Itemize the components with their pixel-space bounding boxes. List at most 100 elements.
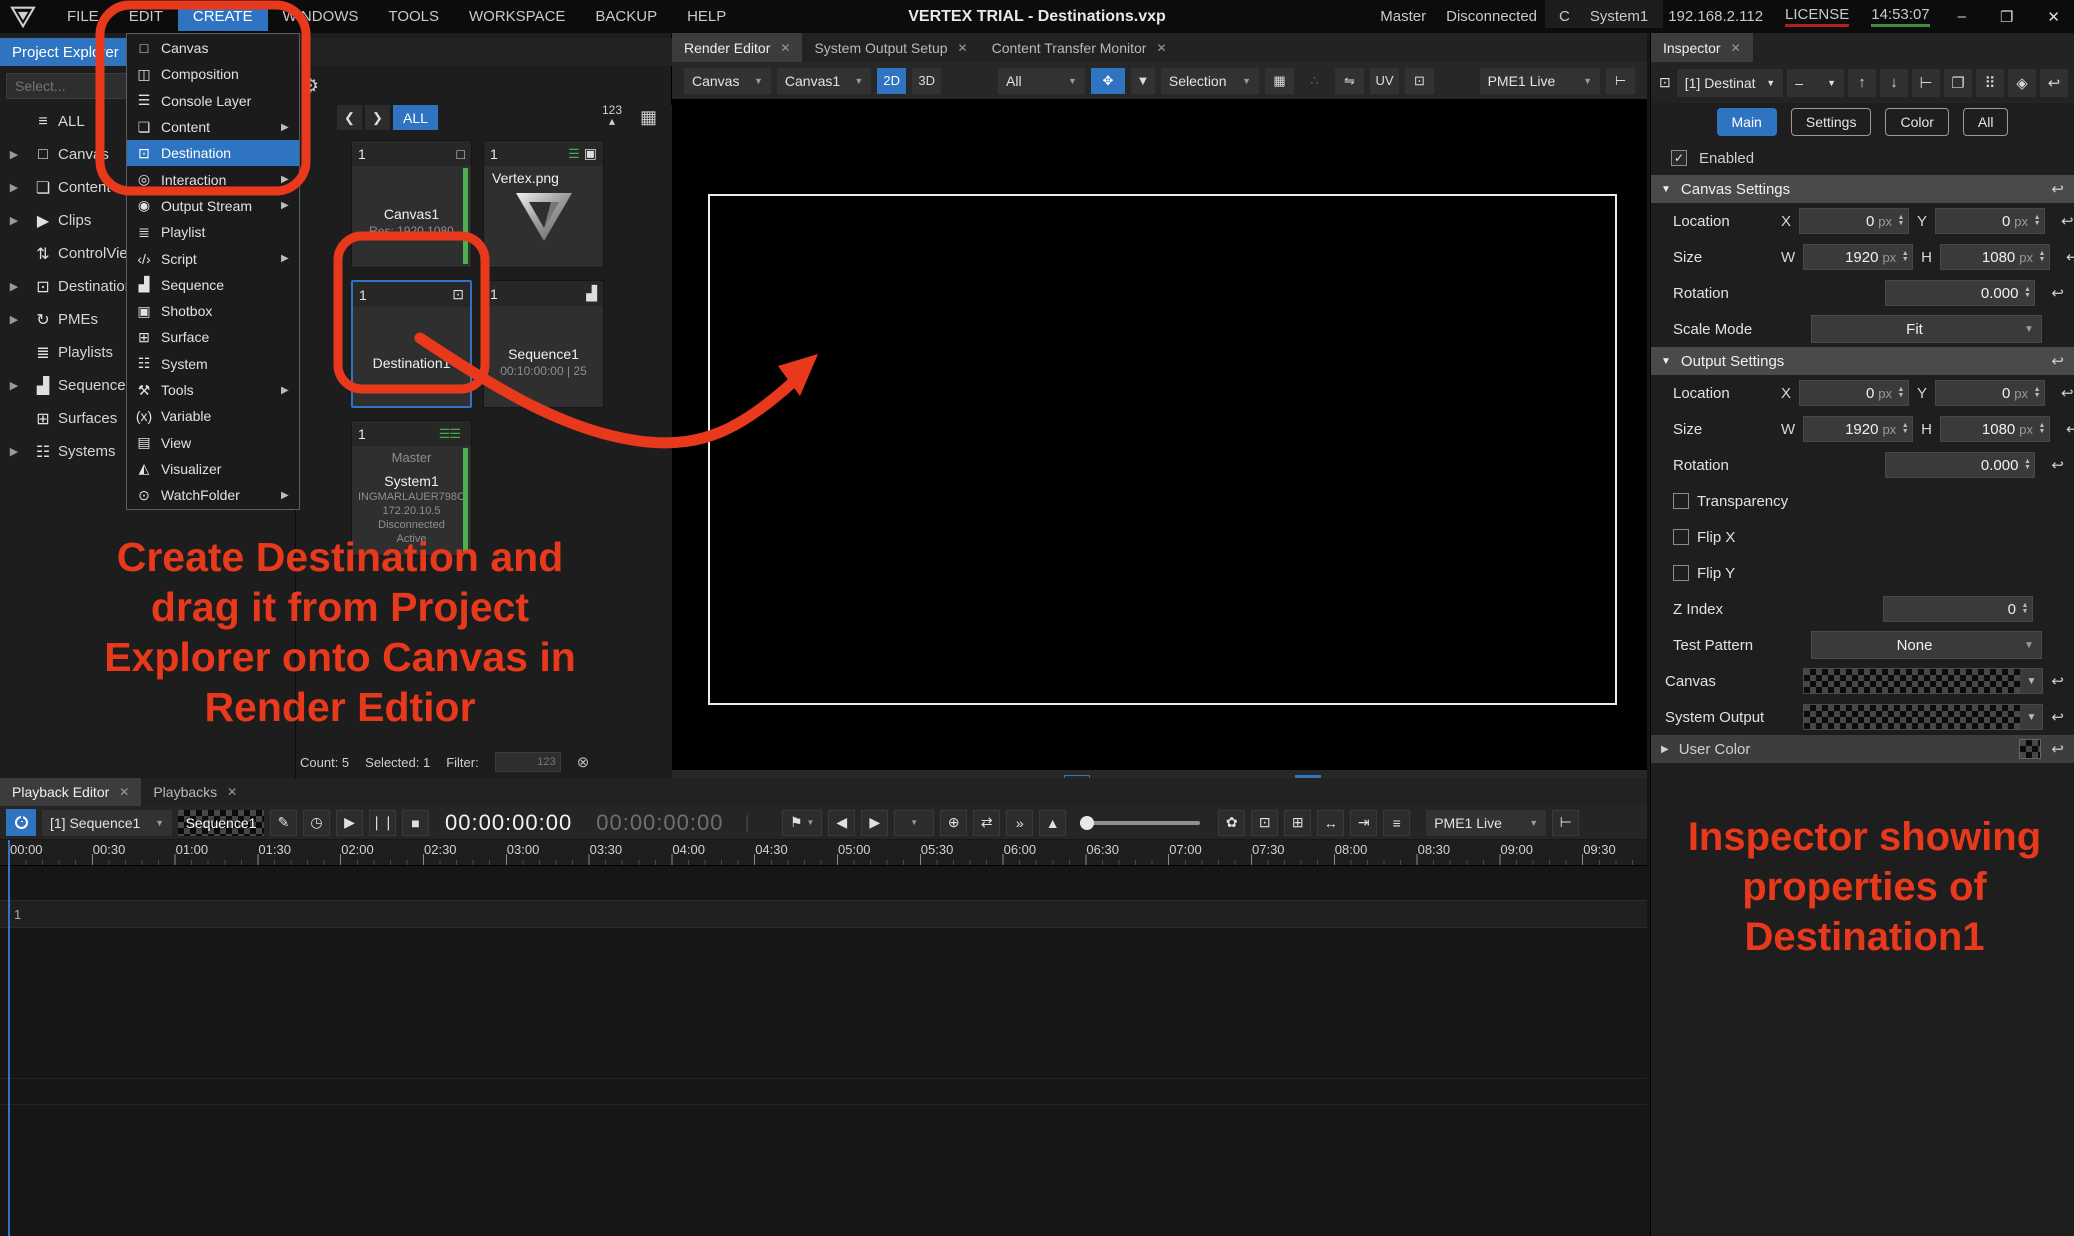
stepper-icon[interactable]: ▲▼ (1900, 423, 1910, 435)
reset-icon[interactable]: ↩ (2040, 69, 2068, 97)
keyframe-icon[interactable]: ▲ (1039, 810, 1066, 836)
card-canvas1[interactable]: 1 □ Canvas1 Res: 1920,1080 (351, 140, 472, 268)
filter-input[interactable] (495, 752, 561, 772)
reset-icon[interactable]: ↩ (2051, 284, 2064, 302)
layer-filter-select[interactable]: All▼ (998, 68, 1085, 94)
checkbox-unchecked[interactable] (1673, 493, 1689, 509)
eye-icon[interactable]: ◈ (2008, 69, 2036, 97)
mode-2d-button[interactable]: 2D (877, 68, 906, 94)
expand-arrow-icon[interactable]: ▶ (0, 148, 28, 161)
h-expand-icon[interactable]: ↔ (1317, 810, 1344, 836)
reset-icon[interactable]: ↩ (2051, 708, 2064, 726)
pause-icon[interactable]: ❘❘ (369, 810, 396, 836)
menu-tools[interactable]: TOOLS (373, 2, 454, 31)
create-menu-item-output-stream[interactable]: ◉ Output Stream ▶ (127, 193, 299, 219)
close-tab-icon[interactable]: ✕ (1156, 41, 1166, 55)
timeline-ruler[interactable]: 00:0000:3001:0001:3002:0002:3003:0003:30… (0, 840, 1647, 866)
nav-back-icon[interactable]: ❮ (337, 105, 362, 130)
move-up-icon[interactable]: ↑ (1848, 69, 1876, 97)
menu-backup[interactable]: BACKUP (580, 2, 672, 31)
reset-icon[interactable]: ↩ (2066, 248, 2074, 266)
create-menu-item-playlist[interactable]: ≣ Playlist (127, 219, 299, 245)
move-down-icon[interactable]: ↓ (1880, 69, 1908, 97)
tab-playbacks[interactable]: Playbacks✕ (141, 778, 249, 806)
tab-playback-editor[interactable]: Playback Editor✕ (0, 778, 141, 806)
reset-icon[interactable]: ↩ (2051, 740, 2064, 758)
create-menu-item-destination[interactable]: ⊡ Destination (127, 140, 299, 166)
number-field[interactable]: 0px▲▼ (1799, 208, 1909, 234)
create-menu-item-tools[interactable]: ⚒ Tools ▶ (127, 377, 299, 403)
prev-marker-icon[interactable]: ◀ (828, 810, 855, 836)
menu-help[interactable]: HELP (672, 2, 741, 31)
number-field[interactable]: 1080px▲▼ (1940, 416, 2050, 442)
number-field[interactable]: 1920px▲▼ (1803, 244, 1913, 270)
canvas-type-select[interactable]: Canvas▼ (684, 68, 771, 94)
enabled-checkbox[interactable]: ✓ (1671, 150, 1687, 166)
create-menu-item-content[interactable]: ❏ Content ▶ (127, 114, 299, 140)
reset-icon[interactable]: ↩ (2051, 352, 2064, 370)
section-output-settings[interactable]: ▼Output Settings ↩ (1651, 347, 2074, 375)
pin-panel-icon[interactable]: ⊢ (1552, 810, 1579, 836)
expand-arrow-icon[interactable]: ▶ (0, 181, 28, 194)
resource-dropdown[interactable]: ▼ (1803, 668, 2043, 694)
edit-sequence-icon[interactable]: ✎ (270, 810, 297, 836)
number-field[interactable]: 0px▲▼ (1935, 208, 2045, 234)
checkbox-unchecked[interactable] (1673, 529, 1689, 545)
next-marker-icon[interactable]: ▶ (861, 810, 888, 836)
create-menu-item-view[interactable]: ▤ View (127, 429, 299, 455)
stepper-icon[interactable]: ▲▼ (2037, 423, 2047, 435)
expand-arrow-icon[interactable]: ▶ (0, 214, 28, 227)
expand-arrow-icon[interactable]: ▶ (0, 379, 28, 392)
stop-icon[interactable]: ■ (402, 810, 429, 836)
number-field[interactable]: 1920px▲▼ (1803, 416, 1913, 442)
close-tab-icon[interactable]: ✕ (1731, 41, 1741, 55)
snap-dots-icon[interactable]: ∴ (1300, 68, 1329, 94)
link-select[interactable]: –▼ (1787, 69, 1844, 97)
menu-edit[interactable]: EDIT (114, 2, 178, 31)
number-field[interactable]: 0px▲▼ (1799, 380, 1909, 406)
transform-icon[interactable]: ⇋ (1335, 68, 1364, 94)
expand-arrow-icon[interactable]: ▶ (0, 445, 28, 458)
filter-all-button[interactable]: ALL (393, 105, 438, 130)
section-canvas-settings[interactable]: ▼Canvas Settings ↩ (1651, 175, 2074, 203)
number-field[interactable]: 0.000▲▼ (1885, 452, 2035, 478)
skip-marker-icon[interactable]: » (1006, 810, 1033, 836)
inspector-tab-color[interactable]: Color (1885, 108, 1948, 136)
sort-numeric-icon[interactable]: 123▴ (602, 105, 622, 127)
close-tab-icon[interactable]: ✕ (780, 41, 790, 55)
create-menu-item-shotbox[interactable]: ▣ Shotbox (127, 298, 299, 324)
gear-icon[interactable]: ⚙ (302, 75, 319, 98)
shuffle-icon[interactable]: ⇄ (973, 810, 1000, 836)
grid-view-icon[interactable]: ▦ (640, 107, 657, 128)
pin-panel-icon[interactable]: ⊢ (1606, 68, 1635, 94)
dropdown-field[interactable]: None▼ (1811, 631, 2042, 659)
menu-create[interactable]: CREATE (178, 2, 268, 31)
track-row-1[interactable]: 1 (0, 900, 1647, 928)
reset-icon[interactable]: ↩ (2061, 384, 2074, 402)
fit-selection-icon[interactable]: ⊡ (1251, 810, 1278, 836)
resource-dropdown[interactable]: ▼ (1803, 704, 2043, 730)
power-button[interactable] (6, 809, 36, 836)
checkbox-unchecked[interactable] (1673, 565, 1689, 581)
close-button[interactable]: ✕ (2041, 8, 2066, 26)
timeline-tracks[interactable]: 1 (0, 866, 1647, 1236)
inspector-tab-main[interactable]: Main (1717, 108, 1777, 136)
minimize-button[interactable]: – (1952, 8, 1972, 25)
move-tool-icon[interactable]: ✥ (1091, 68, 1125, 94)
user-color-section[interactable]: ▶ User Color ↩ (1651, 735, 2074, 763)
reset-icon[interactable]: ↩ (2051, 456, 2064, 474)
create-menu-item-system[interactable]: ☷ System (127, 351, 299, 377)
menu-windows[interactable]: WINDOWS (268, 2, 374, 31)
loop-time-icon[interactable]: ◷ (303, 810, 330, 836)
render-viewport[interactable] (672, 99, 1647, 770)
pages-icon[interactable]: ❐ (1944, 69, 1972, 97)
uv-icon[interactable]: UV (1370, 68, 1399, 94)
stepper-icon[interactable]: ▲▼ (2022, 459, 2032, 471)
create-menu-item-interaction[interactable]: ◎ Interaction ▶ (127, 166, 299, 192)
stepper-icon[interactable]: ▲▼ (2032, 387, 2042, 399)
create-menu-item-console-layer[interactable]: ☰ Console Layer (127, 88, 299, 114)
marker-select[interactable]: ▼ (894, 810, 934, 836)
number-field[interactable]: 1080px▲▼ (1940, 244, 2050, 270)
mode-3d-button[interactable]: 3D (912, 68, 941, 94)
reset-icon[interactable]: ↩ (2066, 420, 2074, 438)
